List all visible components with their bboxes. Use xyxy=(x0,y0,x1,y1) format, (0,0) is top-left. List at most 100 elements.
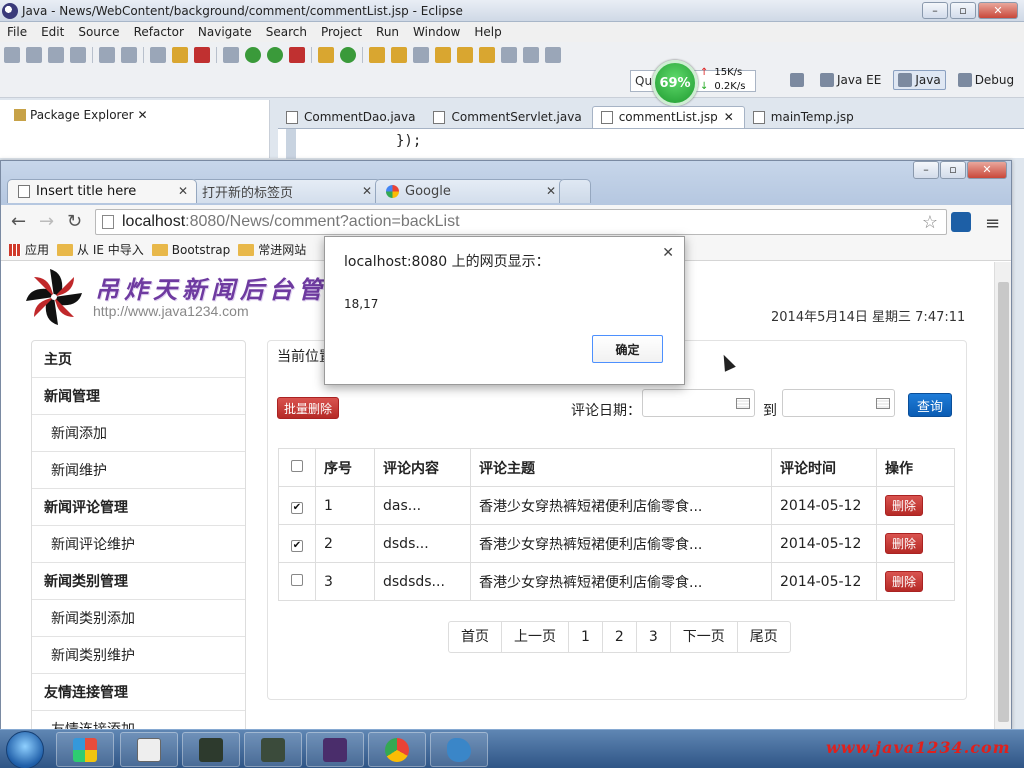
menu-navigate[interactable]: Navigate xyxy=(191,25,259,39)
row-checkbox[interactable] xyxy=(291,573,303,586)
prev-annotation-icon[interactable] xyxy=(457,47,473,63)
skip-breakpoints-icon[interactable] xyxy=(223,47,239,63)
row-checkbox[interactable]: ✔ xyxy=(291,539,303,552)
maximize-button[interactable]: ▫ xyxy=(940,161,966,179)
browser-tab-new-tab[interactable]: 打开新的标签页 ✕ xyxy=(191,179,381,203)
select-all-checkbox[interactable] xyxy=(291,459,303,472)
nav-comment-management[interactable]: 新闻评论管理 xyxy=(32,489,245,526)
open-perspective-button[interactable] xyxy=(786,71,808,89)
run-icon[interactable] xyxy=(267,47,283,63)
delete-button[interactable]: 删除 xyxy=(885,495,924,516)
minimize-button[interactable]: – xyxy=(922,2,948,19)
menu-icon[interactable]: ≡ xyxy=(985,213,1000,234)
redo-icon[interactable] xyxy=(121,47,137,63)
last-edit-icon[interactable] xyxy=(479,47,495,63)
undo-icon[interactable] xyxy=(99,47,115,63)
new-icon[interactable] xyxy=(4,47,20,63)
bookmark-star-icon[interactable]: ☆ xyxy=(922,212,938,233)
new-package-icon[interactable] xyxy=(318,47,334,63)
close-icon[interactable]: ✕ xyxy=(138,108,148,122)
next-annotation-icon[interactable] xyxy=(435,47,451,63)
menu-edit[interactable]: Edit xyxy=(34,25,71,39)
nav-link-add[interactable]: 友情连接添加 xyxy=(32,711,245,730)
calendar-icon[interactable] xyxy=(736,398,750,409)
page-1[interactable]: 1 xyxy=(569,622,603,652)
taskbar-app-office[interactable] xyxy=(56,732,114,767)
menu-window[interactable]: Window xyxy=(406,25,467,39)
new-tab-button[interactable] xyxy=(559,179,591,203)
perspective-debug[interactable]: Debug xyxy=(954,71,1018,89)
maximize-button[interactable]: ▫ xyxy=(950,2,976,19)
taskbar-app-editor[interactable] xyxy=(120,732,178,767)
taskbar-app-dolphin[interactable] xyxy=(430,732,488,767)
tab-comment-servlet[interactable]: CommentServlet.java xyxy=(425,107,591,128)
close-icon[interactable]: ✕ xyxy=(546,184,556,198)
reload-icon[interactable]: ↻ xyxy=(67,211,82,232)
suspend-icon[interactable] xyxy=(172,47,188,63)
tab-main-temp-jsp[interactable]: mainTemp.jsp xyxy=(745,107,864,128)
pin-icon[interactable] xyxy=(545,47,561,63)
page-3[interactable]: 3 xyxy=(637,622,671,652)
nav-news-add[interactable]: 新闻添加 xyxy=(32,415,245,452)
browser-tab-insert-title[interactable]: Insert title here ✕ xyxy=(7,179,197,203)
scrollbar-thumb[interactable] xyxy=(998,282,1009,722)
open-type-icon[interactable] xyxy=(369,47,385,63)
nav-category-maintain[interactable]: 新闻类别维护 xyxy=(32,637,245,674)
nav-home[interactable]: 主页 xyxy=(32,341,245,378)
browser-tab-google[interactable]: Google ✕ xyxy=(375,179,565,203)
row-checkbox[interactable]: ✔ xyxy=(291,501,303,514)
page-last[interactable]: 尾页 xyxy=(738,622,790,652)
debug-icon[interactable] xyxy=(245,47,261,63)
page-first[interactable]: 首页 xyxy=(449,622,502,652)
back-arrow-icon[interactable]: ← xyxy=(11,211,26,232)
alert-ok-button[interactable]: 确定 xyxy=(592,335,663,363)
extension-icon[interactable] xyxy=(951,212,971,232)
menu-refactor[interactable]: Refactor xyxy=(127,25,191,39)
nav-news-management[interactable]: 新闻管理 xyxy=(32,378,245,415)
page-2[interactable]: 2 xyxy=(603,622,637,652)
close-icon[interactable]: ✕ xyxy=(724,110,734,124)
back-icon[interactable] xyxy=(501,47,517,63)
forward-arrow-icon[interactable]: → xyxy=(39,211,54,232)
end-date-input[interactable] xyxy=(782,389,895,417)
batch-delete-button[interactable]: 批量删除 xyxy=(277,397,340,419)
query-button[interactable]: 查询 xyxy=(908,393,953,417)
code-editor[interactable]: }); xyxy=(278,128,1024,159)
terminate-icon[interactable] xyxy=(194,47,210,63)
nav-category-management[interactable]: 新闻类别管理 xyxy=(32,563,245,600)
tab-comment-list-jsp[interactable]: commentList.jsp ✕ xyxy=(591,106,745,128)
menu-search[interactable]: Search xyxy=(259,25,314,39)
nav-news-maintain[interactable]: 新闻维护 xyxy=(32,452,245,489)
close-button[interactable]: ✕ xyxy=(978,2,1018,19)
save-icon[interactable] xyxy=(26,47,42,63)
print-icon[interactable] xyxy=(70,47,86,63)
perspective-java[interactable]: Java xyxy=(893,70,946,90)
page-prev[interactable]: 上一页 xyxy=(502,622,569,652)
menu-source[interactable]: Source xyxy=(71,25,126,39)
perspective-java-ee[interactable]: Java EE xyxy=(816,71,885,89)
taskbar-app-terminal[interactable] xyxy=(182,732,240,767)
bookmark-sites[interactable]: 常进网站 xyxy=(238,241,306,258)
tab-comment-dao[interactable]: CommentDao.java xyxy=(278,107,425,128)
menu-help[interactable]: Help xyxy=(467,25,508,39)
nav-link-management[interactable]: 友情连接管理 xyxy=(32,674,245,711)
address-bar[interactable]: localhost :8080/News/comment?action=back… xyxy=(95,209,947,235)
delete-button[interactable]: 删除 xyxy=(885,533,924,554)
open-resource-icon[interactable] xyxy=(391,47,407,63)
save-all-icon[interactable] xyxy=(48,47,64,63)
step-icon[interactable] xyxy=(150,47,166,63)
nav-category-add[interactable]: 新闻类别添加 xyxy=(32,600,245,637)
bookmark-bootstrap[interactable]: Bootstrap xyxy=(151,243,230,257)
page-scrollbar[interactable] xyxy=(994,262,1011,730)
delete-button[interactable]: 删除 xyxy=(885,571,924,592)
close-icon[interactable]: ✕ xyxy=(362,184,372,198)
nav-comment-maintain[interactable]: 新闻评论维护 xyxy=(32,526,245,563)
forward-icon[interactable] xyxy=(523,47,539,63)
close-icon[interactable]: ✕ xyxy=(178,184,188,198)
taskbar-app-eclipse[interactable] xyxy=(306,732,364,767)
menu-project[interactable]: Project xyxy=(314,25,369,39)
taskbar-app-tool[interactable] xyxy=(244,732,302,767)
start-button[interactable] xyxy=(6,731,44,768)
bookmark-ie-import[interactable]: 从 IE 中导入 xyxy=(57,241,144,258)
search-icon[interactable] xyxy=(413,47,429,63)
